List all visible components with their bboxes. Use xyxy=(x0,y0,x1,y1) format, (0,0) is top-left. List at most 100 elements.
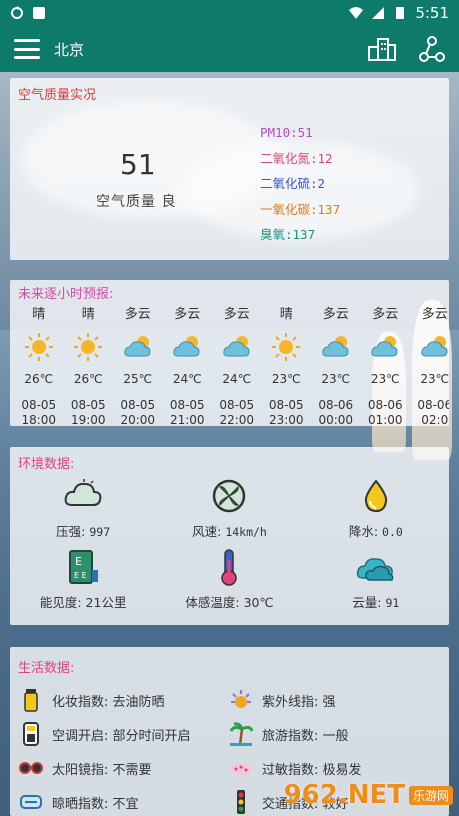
hour-item: 多云 25℃ 08-05 20:00 xyxy=(113,304,163,426)
visibility-item: E E E 能见度: 21公里 xyxy=(10,548,156,611)
sunglasses-icon xyxy=(19,762,43,774)
hour-temperature: 24℃ xyxy=(172,372,202,386)
allergy-pill-icon xyxy=(230,763,252,775)
visibility-text: 能见度: 21公里 xyxy=(39,595,127,610)
cloudy-icon xyxy=(370,332,400,362)
cloudy-icon xyxy=(222,332,252,362)
pressure-label: 压强: xyxy=(56,524,86,539)
travel-index: 旅游指数: 一般 xyxy=(228,721,438,747)
hour-condition: 多云 xyxy=(174,307,201,322)
co-value: 一氧化碳:137 xyxy=(260,201,341,217)
hour-date: 08-05 xyxy=(219,398,255,412)
hour-condition: 多云 xyxy=(421,307,448,322)
hour-condition: 多云 xyxy=(223,307,250,322)
hour-time: 18:00 xyxy=(21,413,57,426)
aircon-text: 空调开启: 部分时间开启 xyxy=(52,728,191,744)
status-bar: 5:51 xyxy=(0,0,459,26)
cloudy-icon xyxy=(321,332,351,362)
aqi-label: 空气质量 良 xyxy=(96,194,177,210)
precip-item: 降水: 0.0 xyxy=(303,477,449,540)
travel-text: 旅游指数: 一般 xyxy=(262,728,349,744)
cloudy-icon xyxy=(123,332,153,362)
life-data-title: 生活数据: xyxy=(18,661,75,676)
share-icon[interactable] xyxy=(419,36,445,62)
environment-card: 环境数据: 压强: 997 风速: 14km/h 降水: 0.0 E E E 能… xyxy=(10,447,449,625)
hour-date: 08-05 xyxy=(120,398,156,412)
sun-icon xyxy=(73,332,103,362)
hour-item: 晴 23℃ 08-05 23:00 xyxy=(262,304,312,426)
thermometer-icon xyxy=(221,549,238,586)
svg-text:E E: E E xyxy=(74,571,87,580)
hour-temperature: 24℃ xyxy=(222,372,252,386)
hour-temperature: 26℃ xyxy=(73,372,103,386)
drying-text: 晾晒指数: 不宜 xyxy=(52,796,139,812)
city-title: 北京 xyxy=(54,40,85,59)
cloud-item: 云量: 91 xyxy=(303,548,449,611)
drying-index: 晾晒指数: 不宜 xyxy=(18,789,228,815)
hourly-forecast-card: 未来逐小时预报: 晴 26℃ 08-05 18:00 晴 26℃ 08-05 19:00 多云 2… xyxy=(10,280,449,426)
precip-label: 降水: xyxy=(348,524,379,539)
battery-icon xyxy=(396,7,405,19)
hour-date: 08-06 xyxy=(318,398,354,412)
pressure-value: 997 xyxy=(89,525,111,539)
hourly-forecast-list[interactable]: 晴 26℃ 08-05 18:00 晴 26℃ 08-05 19:00 多云 25℃ 08-05 20… xyxy=(14,304,449,426)
hour-temperature: 23℃ xyxy=(420,372,449,386)
hour-time: 20:00 xyxy=(120,413,156,426)
watermark-logo: 962.NET xyxy=(283,780,405,810)
sunglasses-text: 太阳镜指: 不需要 xyxy=(52,762,152,778)
wifi-icon xyxy=(349,7,364,19)
cloud-cover-icon xyxy=(356,558,394,581)
wind-item: 风速: 14km/h xyxy=(156,477,302,540)
wind-label: 风速: xyxy=(192,524,222,539)
hour-time: 23:00 xyxy=(268,413,304,426)
app-bar: 北京 xyxy=(0,26,459,72)
hour-datetime: 08-05 19:00 xyxy=(71,398,106,426)
precip-value: 0.0 xyxy=(382,525,403,539)
feels-like-text: 体感温度: 30℃ xyxy=(185,595,274,610)
wind-fan-icon xyxy=(213,479,246,513)
hour-condition: 多云 xyxy=(124,307,151,322)
hour-date: 08-05 xyxy=(169,398,205,412)
hour-condition: 晴 xyxy=(81,307,95,322)
o3-value: 臭氧:137 xyxy=(260,227,316,242)
makeup-text: 化妆指数: 去油防晒 xyxy=(52,694,165,710)
allergy-index: 过敏指数: 极易发 xyxy=(228,755,438,781)
hour-time: 00:00 xyxy=(318,413,354,426)
hour-temperature: 23℃ xyxy=(370,372,400,386)
sync-icon xyxy=(11,6,23,19)
hour-datetime: 08-06 01:00 xyxy=(368,398,403,426)
hour-time: 02:0 xyxy=(421,413,449,426)
signal-icon xyxy=(372,7,385,19)
pm10-value: PM10:51 xyxy=(260,125,313,140)
aircon-remote-icon xyxy=(23,722,39,746)
status-time: 5:51 xyxy=(415,4,449,22)
hour-temperature: 25℃ xyxy=(123,372,153,386)
hour-item: 多云 24℃ 08-05 21:00 xyxy=(163,304,213,426)
hour-item: 多云 23℃ 08-06 01:00 xyxy=(361,304,411,426)
uv-index: 紫外线指: 强 xyxy=(228,687,438,713)
sun-icon xyxy=(24,332,54,362)
traffic-light-icon xyxy=(237,790,245,814)
svg-text:E: E xyxy=(75,555,82,568)
hourly-forecast-title: 未来逐小时预报: xyxy=(18,287,114,302)
no2-value: 二氧化氮:12 xyxy=(260,150,333,166)
hour-item: 多云 23℃ 08-06 02:0 xyxy=(410,304,449,426)
allergy-text: 过敏指数: 极易发 xyxy=(262,762,362,778)
hour-time: 19:00 xyxy=(70,413,106,426)
makeup-index: 化妆指数: 去油防晒 xyxy=(18,687,228,713)
menu-icon[interactable] xyxy=(14,39,40,59)
hour-date: 08-06 xyxy=(367,398,403,412)
hour-temperature: 23℃ xyxy=(321,372,351,386)
hour-datetime: 08-06 00:00 xyxy=(318,398,353,426)
city-buildings-icon[interactable] xyxy=(367,37,397,61)
hour-item: 多云 23℃ 08-06 00:00 xyxy=(311,304,361,426)
cloud-value: 91 xyxy=(385,596,400,610)
drying-clothes-icon xyxy=(20,795,42,809)
aqi-value: 51 xyxy=(120,148,156,181)
uv-text: 紫外线指: 强 xyxy=(262,694,336,710)
air-quality-card: 空气质量实况 51 空气质量 良 PM10:51 二氧化氮:12 二氧化硫:2 … xyxy=(10,78,449,260)
sunglasses-index: 太阳镜指: 不需要 xyxy=(18,755,228,781)
hour-temperature: 26℃ xyxy=(24,372,54,386)
hour-time: 21:00 xyxy=(169,413,205,426)
pollutant-list: PM10:51 二氧化氮:12 二氧化硫:2 一氧化碳:137 臭氧:137 xyxy=(260,120,340,248)
